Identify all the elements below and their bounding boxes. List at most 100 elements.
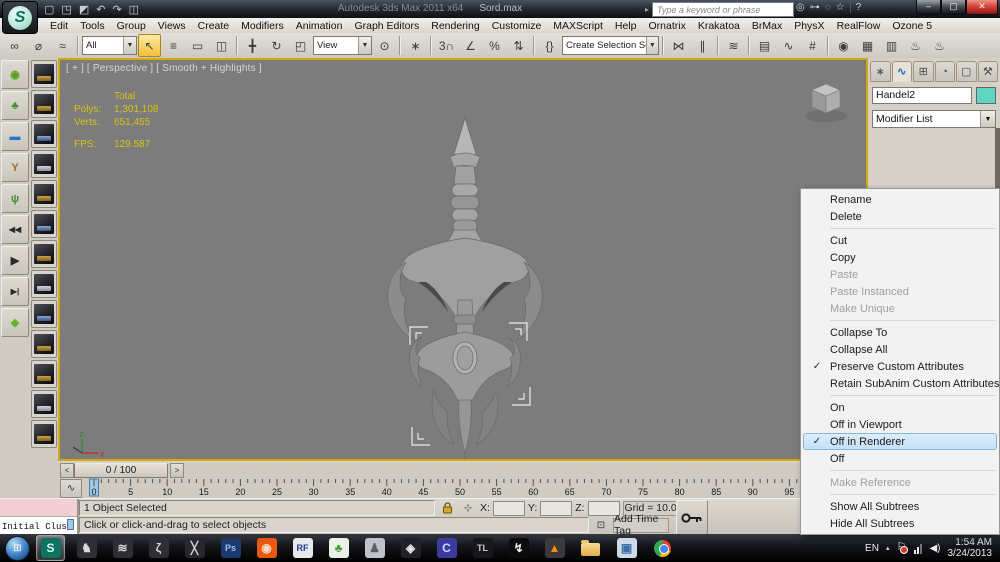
tab-modify[interactable]: ∿ <box>892 61 913 82</box>
use-pivot-point-center-icon[interactable]: ⊙ <box>373 34 396 57</box>
start-button[interactable]: ⊞ <box>5 536 30 561</box>
photoshop-icon[interactable]: Ps <box>216 535 245 561</box>
search-icon[interactable]: ◎ <box>796 2 805 13</box>
explorer-icon[interactable] <box>576 535 605 561</box>
spinner-snap-toggle-icon[interactable]: ⇅ <box>507 34 530 57</box>
context-menu-item-off-in-viewport[interactable]: Off in Viewport <box>803 416 997 433</box>
minimize-button[interactable]: – <box>916 0 941 15</box>
context-menu-item-delete[interactable]: Delete <box>803 208 997 225</box>
maxscript-mini-listener[interactable]: Initial Clus <box>0 499 79 535</box>
communication-center-icon[interactable]: ◌ <box>825 2 831 13</box>
render-iterative-icon[interactable]: ♨ <box>928 34 951 57</box>
snaps-toggle-icon[interactable]: 3∩ <box>435 34 458 57</box>
open-file-icon[interactable]: ◳ <box>61 3 71 16</box>
chevron-down-icon[interactable]: ▼ <box>358 37 371 54</box>
named-selection-set[interactable]: Create Selection Se▼ <box>562 36 659 55</box>
undo-icon[interactable]: ↶ <box>96 3 105 16</box>
curve-editor-icon[interactable]: ∿ <box>777 34 800 57</box>
object-color-swatch[interactable] <box>976 87 996 104</box>
menu-ozone-5[interactable]: Ozone 5 <box>886 20 938 32</box>
menu-views[interactable]: Views <box>152 20 192 32</box>
wave-app-icon[interactable]: ≋ <box>108 535 137 561</box>
context-menu-item-cut[interactable]: Cut <box>803 232 997 249</box>
menu-rendering[interactable]: Rendering <box>425 20 485 32</box>
previous-frame-arrow[interactable]: < <box>60 463 74 478</box>
context-menu-item-preserve-custom-attributes[interactable]: ✓Preserve Custom Attributes <box>803 358 997 375</box>
tab-display[interactable]: ▢ <box>956 61 977 82</box>
capsule-plugin-icon[interactable]: ▬ <box>1 122 29 151</box>
chevron-down-icon[interactable]: ▼ <box>646 37 658 54</box>
x-coordinate-field[interactable] <box>493 501 525 516</box>
context-menu-item-hide-all-subtrees[interactable]: Hide All Subtrees <box>803 515 997 532</box>
context-menu-item-retain-subanim-custom-attributes[interactable]: Retain SubAnim Custom Attributes <box>803 375 997 392</box>
bind-to-space-warp-icon[interactable]: ≈ <box>51 34 74 57</box>
add-time-tag[interactable]: Add Time Tag <box>613 518 669 533</box>
application-menu-button[interactable]: S <box>2 1 38 34</box>
menu-graph-editors[interactable]: Graph Editors <box>348 20 425 32</box>
menu-modifiers[interactable]: Modifiers <box>235 20 290 32</box>
time-slider-handle[interactable]: 0 / 100 <box>74 463 168 478</box>
mini-curve-editor-button[interactable]: ∿ <box>60 479 82 498</box>
menu-help[interactable]: Help <box>609 20 643 32</box>
rendered-frame-window-icon[interactable]: ▥ <box>880 34 903 57</box>
cinema-app-icon[interactable]: C <box>432 535 461 561</box>
listener-macro-line[interactable] <box>0 499 77 517</box>
reference-coordinate-system[interactable]: View▼ <box>313 36 372 55</box>
align-icon[interactable]: ∥ <box>691 34 714 57</box>
tab-create[interactable]: ∗ <box>870 61 891 82</box>
menu-brmax[interactable]: BrMax <box>746 20 788 32</box>
shelf-button-7[interactable] <box>31 240 57 268</box>
context-menu-item-show-all-subtrees[interactable]: Show All Subtrees <box>803 498 997 515</box>
select-and-scale-icon[interactable]: ◰ <box>289 34 312 57</box>
subscription-key-icon[interactable]: ⊶ <box>810 2 820 13</box>
context-menu-item-on[interactable]: On <box>803 399 997 416</box>
cross-app-icon[interactable]: ╳ <box>180 535 209 561</box>
set-keys-button[interactable] <box>676 500 708 535</box>
language-indicator[interactable]: EN <box>865 543 879 554</box>
percent-snap-toggle-icon[interactable]: % <box>483 34 506 57</box>
physx-plugin-icon[interactable]: ◉ <box>1 60 29 89</box>
select-object-icon[interactable]: ↖ <box>138 34 161 57</box>
context-menu-item-collapse-all[interactable]: Collapse All <box>803 341 997 358</box>
shelf-button-11[interactable] <box>31 360 57 388</box>
tree-app-icon[interactable]: ♣ <box>324 535 353 561</box>
render-setup-icon[interactable]: ▦ <box>856 34 879 57</box>
grass-plugin-icon[interactable]: ψ <box>1 184 29 213</box>
menu-animation[interactable]: Animation <box>290 20 349 32</box>
project-folder-icon[interactable]: ◫ <box>129 3 139 16</box>
menu-realflow[interactable]: RealFlow <box>831 20 887 32</box>
render-production-icon[interactable]: ♨ <box>904 34 927 57</box>
vlc-icon[interactable]: ▲ <box>540 535 569 561</box>
realflow-icon[interactable]: RF <box>288 535 317 561</box>
help-icon[interactable]: ? <box>856 2 862 13</box>
shelf-button-3[interactable] <box>31 120 57 148</box>
select-and-link-icon[interactable]: ∞ <box>3 34 26 57</box>
context-menu-item-collapse-to[interactable]: Collapse To <box>803 324 997 341</box>
selection-lock-icon[interactable] <box>438 500 456 517</box>
volume-icon[interactable]: ◀) <box>929 543 940 554</box>
shelf-button-12[interactable] <box>31 390 57 418</box>
rectangular-selection-region-icon[interactable]: ▭ <box>186 34 209 57</box>
redo-icon[interactable]: ↷ <box>112 3 121 16</box>
menu-maxscript[interactable]: MAXScript <box>547 20 609 32</box>
menu-edit[interactable]: Edit <box>44 20 74 32</box>
selection-filter[interactable]: All▼ <box>82 36 137 55</box>
chrome-icon[interactable] <box>648 535 677 561</box>
ground-plane-icon[interactable]: ◆ <box>1 308 29 337</box>
rewind-icon[interactable]: ◀◀ <box>1 215 29 244</box>
layer-manager-icon[interactable]: ≋ <box>722 34 745 57</box>
next-frame-arrow[interactable]: > <box>170 463 184 478</box>
object-name-field[interactable]: Handel2 <box>872 87 972 104</box>
material-editor-icon[interactable]: ◉ <box>832 34 855 57</box>
shelf-button-13[interactable] <box>31 420 57 448</box>
photo-viewer-icon[interactable]: ▣ <box>612 535 641 561</box>
select-and-manipulate-icon[interactable]: ∗ <box>404 34 427 57</box>
isolate-selection-icon[interactable]: ⊡ <box>592 517 610 534</box>
perspective-viewport[interactable]: z x [ + ] [ Perspective ] [ Smooth + Hig… <box>58 58 868 461</box>
angle-snap-toggle-icon[interactable]: ∠ <box>459 34 482 57</box>
plant-plugin-icon[interactable]: ♣ <box>1 91 29 120</box>
tab-hierarchy[interactable]: ⊞ <box>913 61 934 82</box>
menu-tools[interactable]: Tools <box>74 20 111 32</box>
menu-group[interactable]: Group <box>111 20 152 32</box>
plug-app-icon[interactable]: ↯ <box>504 535 533 561</box>
